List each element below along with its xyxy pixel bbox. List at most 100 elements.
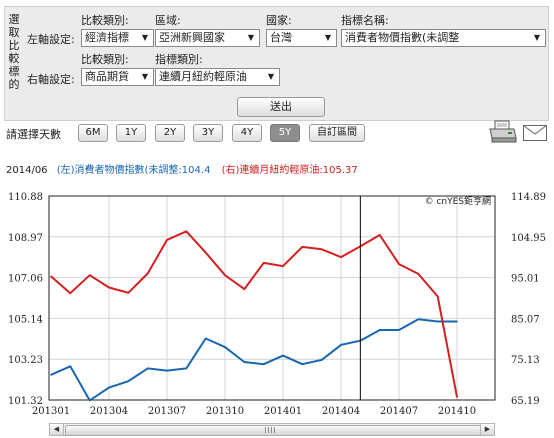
left-axis-label: 左軸設定: [27,33,75,46]
data-point [166,239,168,241]
chart-scrollbar[interactable]: ◀ ▶ [49,423,495,436]
right-tick-label: 75.13 [511,355,540,366]
right-tick-label: 114.89 [511,192,546,203]
chevron-down-icon: ▼ [141,33,149,42]
chevron-down-icon: ▼ [324,33,332,42]
range-5y-button[interactable]: 5Y [270,124,300,142]
data-point [146,367,149,370]
right-tick-label: 65.19 [511,396,540,407]
right-tick-label: 104.95 [511,233,546,244]
left-tick-label: 108.97 [8,233,43,244]
indicator-name-header: 指標名稱: [341,14,389,27]
range-3y-button[interactable]: 3Y [193,124,223,142]
x-tick-label: 201304 [90,406,128,417]
data-point [262,262,265,264]
x-tick-label: 201404 [322,406,360,417]
data-point [50,275,52,278]
scroll-left-arrow-icon[interactable]: ◀ [50,424,64,435]
printer-icon[interactable] [488,120,518,144]
right-compare-type-select[interactable]: 商品期貨 ▼ [81,68,154,86]
data-point [69,365,72,368]
data-point [88,274,91,276]
data-point [378,329,381,331]
data-point [224,346,226,348]
data-point [340,344,342,346]
watermark: © cnYES鉅亨網 [425,195,491,207]
country-select[interactable]: 台灣 ▼ [266,29,337,47]
scroll-right-arrow-icon[interactable]: ▶ [480,424,494,435]
left-tick-label: 107.06 [8,274,43,285]
data-point [436,295,439,298]
grip-icon [265,427,277,433]
selection-panel-title: 選取比較標的 [8,13,20,91]
left-series-value: (左)消費者物價指數(未調整:104.4 [56,165,211,176]
data-point [243,288,246,290]
indicator-type-value: 連續月紐約輕原油 [159,70,247,83]
value-info-line: 2014/06 (左)消費者物價指數(未調整:104.4 (右)連續月紐約輕原油… [6,161,358,176]
left-tick-label: 105.14 [8,314,43,325]
series-line-right [50,230,458,398]
chart-series [50,230,458,402]
data-point [127,380,130,383]
data-point [204,337,207,340]
x-tick-label: 201401 [264,406,302,417]
range-4y-button[interactable]: 4Y [232,124,262,142]
data-point [320,359,323,361]
compare-type-header: 比較類別: [81,14,129,27]
range-label: 請選擇天數 [6,128,61,141]
data-point [204,251,207,254]
left-compare-type-select[interactable]: 經濟指標 ▼ [81,29,154,47]
x-tick-label: 201410 [438,406,476,417]
chevron-down-icon: ▼ [247,33,255,42]
data-point [378,234,381,236]
right-tick-label: 95.01 [511,274,540,285]
submit-button[interactable]: 送出 [237,97,325,117]
left-compare-type-value: 經濟指標 [85,31,129,44]
data-point [108,386,110,389]
x-tick-label: 201301 [32,406,70,417]
data-point [417,318,420,321]
data-point [262,363,265,365]
data-point [88,399,91,402]
indicator-name-value: 消費者物價指數(未調整 [345,31,460,44]
data-point [127,292,130,294]
data-point [398,263,400,265]
indicator-name-select[interactable]: 消費者物價指數(未調整 ▼ [341,29,546,47]
range-1y-button[interactable]: 1Y [116,124,146,142]
info-date: 2014/06 [6,165,48,176]
scrollbar-thumb[interactable] [65,425,481,436]
data-point [301,363,304,365]
data-point [398,329,400,331]
left-tick-label: 110.88 [8,192,43,203]
line-chart[interactable]: 110.88108.97107.06105.14103.23101.32 114… [0,180,554,422]
x-tick-label: 201307 [148,406,186,417]
data-point [185,230,188,233]
selection-panel: 選取比較標的 比較類別: 區域: 國家: 指標名稱: 左軸設定: 經濟指標 ▼ … [4,6,549,121]
data-point [224,274,226,276]
range-6m-button[interactable]: 6M [78,124,108,142]
x-tick-label: 201310 [206,406,244,417]
indicator-type-header: 指標類別: [155,53,203,66]
x-tick-label: 201407 [380,406,418,417]
range-2y-button[interactable]: 2Y [155,124,185,142]
series-line-left [50,318,457,402]
indicator-type-select[interactable]: 連續月紐約輕原油 ▼ [155,68,280,86]
mail-icon[interactable] [523,125,547,141]
data-point [320,248,323,251]
data-point [69,292,72,295]
data-point [282,354,284,357]
chevron-down-icon: ▼ [267,72,275,81]
data-point [417,273,420,275]
data-point [166,369,168,372]
right-compare-type-header: 比較類別: [81,53,129,66]
data-point [108,286,110,289]
region-select[interactable]: 亞洲新興國家 ▼ [155,29,260,47]
data-point [185,367,188,370]
data-point [50,374,52,376]
data-point [456,320,458,323]
right-tick-label: 85.07 [511,314,540,325]
data-point [243,361,246,363]
chevron-down-icon: ▼ [533,33,541,42]
left-axis: 110.88108.97107.06105.14103.23101.32 [8,192,43,407]
custom-range-button[interactable]: 自訂區間 [309,124,365,142]
